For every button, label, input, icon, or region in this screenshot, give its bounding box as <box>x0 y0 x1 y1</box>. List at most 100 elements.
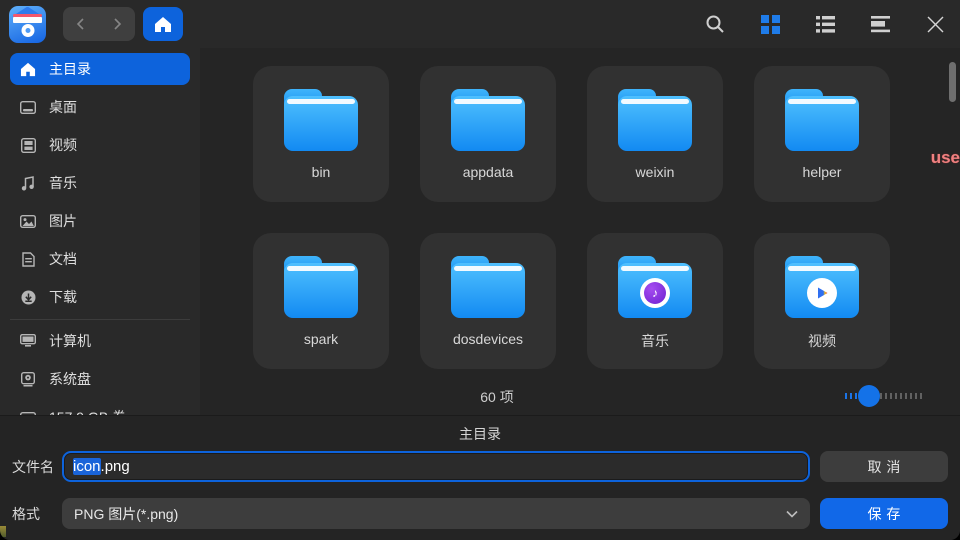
picture-icon <box>20 213 36 229</box>
folder-grid: bin appdata weixin helper spark dosdevic… <box>253 66 890 369</box>
folder-tile-videos[interactable]: 视频 <box>754 233 890 369</box>
slider-thumb[interactable] <box>858 385 880 407</box>
sidebar-item-label: 视频 <box>49 135 77 155</box>
folder-tile-appdata[interactable]: appdata <box>420 66 556 202</box>
search-icon <box>705 14 725 34</box>
music-badge-icon: ♪ <box>640 278 670 308</box>
format-row: 格式 PNG 图片(*.png) 保存 <box>12 498 948 529</box>
overlay-artifact-text: use <box>931 148 960 168</box>
back-button[interactable] <box>63 7 99 41</box>
format-select[interactable]: PNG 图片(*.png) <box>62 498 810 529</box>
home-button[interactable] <box>143 7 183 41</box>
sidebar-item-documents[interactable]: 文档 <box>10 243 190 275</box>
sidebar-item-label: 图片 <box>49 211 77 231</box>
save-panel: 主目录 文件名 icon.png 取消 格式 PNG 图片(*.png) 保存 <box>0 415 960 540</box>
folder-name: helper <box>803 164 842 180</box>
download-icon <box>20 289 36 305</box>
list-view-button[interactable] <box>811 10 839 38</box>
sidebar-item-desktop[interactable]: 桌面 <box>10 91 190 123</box>
sidebar-item-label: 计算机 <box>49 331 91 351</box>
sidebar-item-label: 下载 <box>49 287 77 307</box>
home-icon <box>20 61 36 77</box>
folder-icon <box>284 89 358 151</box>
folder-name: bin <box>312 164 331 180</box>
sidebar: 主目录 桌面 视频 音乐 图片 文档 下载 计算机 <box>0 48 200 415</box>
music-folder-icon: ♪ <box>618 256 692 318</box>
search-button[interactable] <box>701 10 729 38</box>
close-icon <box>927 16 944 33</box>
folder-tile-weixin[interactable]: weixin <box>587 66 723 202</box>
sidebar-item-label: 桌面 <box>49 97 77 117</box>
icon-view-button[interactable] <box>756 10 784 38</box>
status-bar: 60 项 <box>200 385 960 409</box>
desktop-icon <box>20 99 36 115</box>
sidebar-item-label: 主目录 <box>49 59 91 79</box>
sidebar-item-videos[interactable]: 视频 <box>10 129 190 161</box>
sidebar-divider <box>10 319 190 320</box>
video-folder-icon <box>785 256 859 318</box>
sidebar-item-home[interactable]: 主目录 <box>10 53 190 85</box>
folder-tile-bin[interactable]: bin <box>253 66 389 202</box>
folder-icon <box>284 256 358 318</box>
folder-tile-dosdevices[interactable]: dosdevices <box>420 233 556 369</box>
selected-text: icon <box>73 458 101 475</box>
sidebar-item-label: 音乐 <box>49 173 77 193</box>
chevron-right-icon <box>111 18 123 30</box>
vertical-scrollbar[interactable] <box>949 62 956 102</box>
folder-name: dosdevices <box>453 331 523 347</box>
folder-icon <box>618 89 692 151</box>
sidebar-item-downloads[interactable]: 下载 <box>10 281 190 313</box>
sidebar-item-label: 157.9 GB 卷 <box>49 407 126 415</box>
computer-icon <box>20 333 36 349</box>
item-count: 60 项 <box>200 387 794 407</box>
filename-input[interactable]: icon.png <box>62 451 810 482</box>
folder-name: 音乐 <box>641 331 669 351</box>
sidebar-item-pictures[interactable]: 图片 <box>10 205 190 237</box>
cancel-button[interactable]: 取消 <box>820 451 948 482</box>
folder-name: 视频 <box>808 331 836 351</box>
chevron-left-icon <box>75 18 87 30</box>
filename-extension: .png <box>101 458 130 475</box>
folder-icon <box>451 256 525 318</box>
filename-label: 文件名 <box>12 457 62 477</box>
play-badge-icon <box>807 278 837 308</box>
background-artifact <box>0 526 6 537</box>
sidebar-item-volume[interactable]: 157.9 GB 卷 <box>10 401 190 415</box>
sidebar-item-label: 系统盘 <box>49 369 91 389</box>
grid-view-icon <box>761 15 780 34</box>
folder-tile-spark[interactable]: spark <box>253 233 389 369</box>
detail-view-button[interactable] <box>866 10 894 38</box>
filename-row: 文件名 icon.png 取消 <box>12 451 948 482</box>
sidebar-item-computer[interactable]: 计算机 <box>10 325 190 357</box>
close-button[interactable] <box>921 10 949 38</box>
folder-tile-music[interactable]: ♪ 音乐 <box>587 233 723 369</box>
home-icon <box>154 16 172 33</box>
folder-name: appdata <box>463 164 514 180</box>
folder-name: spark <box>304 331 338 347</box>
forward-button[interactable] <box>99 7 135 41</box>
folder-tile-helper[interactable]: helper <box>754 66 890 202</box>
chevron-down-icon <box>786 510 798 518</box>
sidebar-item-music[interactable]: 音乐 <box>10 167 190 199</box>
app-logo-icon <box>9 6 46 43</box>
list-view-icon <box>816 16 835 33</box>
icon-size-slider[interactable] <box>845 385 925 407</box>
folder-icon <box>451 89 525 151</box>
film-icon <box>20 137 36 153</box>
music-note-icon <box>20 175 36 191</box>
disk-icon <box>20 371 36 387</box>
detail-view-icon <box>871 16 890 33</box>
folder-icon <box>785 89 859 151</box>
file-grid-area: bin appdata weixin helper spark dosdevic… <box>200 48 960 415</box>
current-location: 主目录 <box>0 424 960 444</box>
nav-button-group <box>63 7 135 41</box>
sidebar-item-system-disk[interactable]: 系统盘 <box>10 363 190 395</box>
format-value: PNG 图片(*.png) <box>74 504 178 524</box>
sidebar-item-label: 文档 <box>49 249 77 269</box>
toolbar <box>0 0 960 48</box>
format-label: 格式 <box>12 504 62 524</box>
document-icon <box>20 251 36 267</box>
file-manager-save-dialog: 主目录 桌面 视频 音乐 图片 文档 下载 计算机 <box>0 0 960 540</box>
save-button[interactable]: 保存 <box>820 498 948 529</box>
folder-name: weixin <box>636 164 675 180</box>
